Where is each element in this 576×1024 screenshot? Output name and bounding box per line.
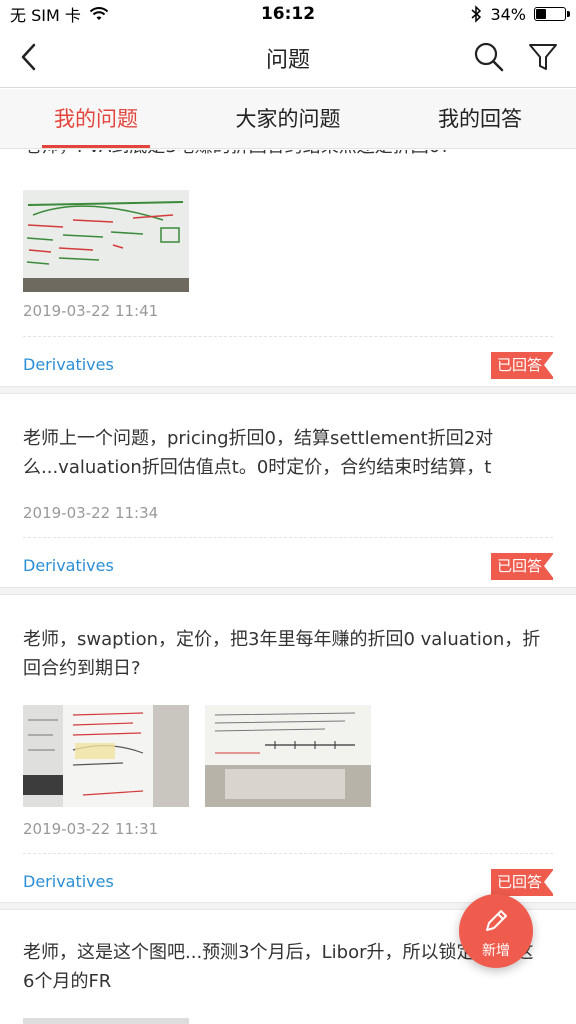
filter-icon[interactable] — [526, 40, 560, 74]
pencil-icon — [486, 910, 507, 931]
new-question-label: 新增 — [482, 943, 510, 959]
question-date: 2019-03-22 11:31 — [23, 820, 159, 838]
battery-percent: 34% — [490, 4, 526, 24]
question-text: 老师，swaption，定价，把3年里每年赚的折回0 valuation，折回合… — [23, 629, 541, 679]
question-date: 2019-03-22 11:41 — [23, 302, 159, 320]
status-right: 34% — [470, 4, 570, 24]
status-left: 无 SIM 卡 — [10, 2, 109, 26]
question-image[interactable] — [23, 705, 189, 807]
subject-tag[interactable]: Derivatives — [23, 355, 114, 374]
carrier-label: 无 SIM 卡 — [10, 6, 81, 25]
question-image[interactable] — [23, 1018, 189, 1024]
new-question-button[interactable]: 新增 — [459, 894, 533, 968]
nav-bar: 问题 — [0, 28, 576, 88]
question-card[interactable]: 老师，swaption，定价，把3年里每年赚的折回0 valuation，折回合… — [0, 595, 576, 910]
question-feed[interactable]: 老师，PVA到底是3笔赚的折回合约结束点还是折回0? 2019-03-22 11… — [0, 150, 576, 1024]
question-text: 老师，PVA到底是3笔赚的折回合约结束点还是折回0? — [23, 150, 543, 161]
question-image[interactable] — [205, 705, 371, 807]
answered-badge: 已回答 — [491, 352, 554, 379]
search-icon[interactable] — [472, 40, 506, 74]
wifi-icon — [89, 7, 109, 20]
battery-level — [536, 9, 547, 19]
card-separator — [0, 386, 576, 394]
question-card[interactable]: 老师，PVA到底是3笔赚的折回合约结束点还是折回0? 2019-03-22 11… — [0, 150, 576, 395]
battery-icon — [534, 7, 570, 21]
tab-my-questions[interactable]: 我的问题 — [0, 89, 192, 148]
subject-tag[interactable]: Derivatives — [23, 556, 114, 575]
status-bar: 无 SIM 卡 16:12 34% — [0, 0, 576, 28]
subject-tag[interactable]: Derivatives — [23, 872, 114, 891]
question-image[interactable] — [23, 190, 189, 292]
question-card[interactable]: 老师上一个问题，pricing折回0，结算settlement折回2对么...v… — [0, 394, 576, 594]
question-text: 老师上一个问题，pricing折回0，结算settlement折回2对么...v… — [23, 428, 494, 478]
tab-everyone-questions[interactable]: 大家的问题 — [192, 89, 384, 148]
answered-badge: 已回答 — [491, 553, 554, 580]
divider — [23, 537, 553, 538]
bluetooth-icon — [471, 5, 482, 23]
tab-bar: 我的问题 大家的问题 我的回答 — [0, 89, 576, 149]
answered-badge: 已回答 — [491, 869, 554, 896]
question-date: 2019-03-22 11:34 — [23, 504, 159, 522]
divider — [23, 853, 553, 854]
card-separator — [0, 587, 576, 595]
divider — [23, 336, 553, 337]
tab-my-answers[interactable]: 我的回答 — [384, 89, 576, 148]
